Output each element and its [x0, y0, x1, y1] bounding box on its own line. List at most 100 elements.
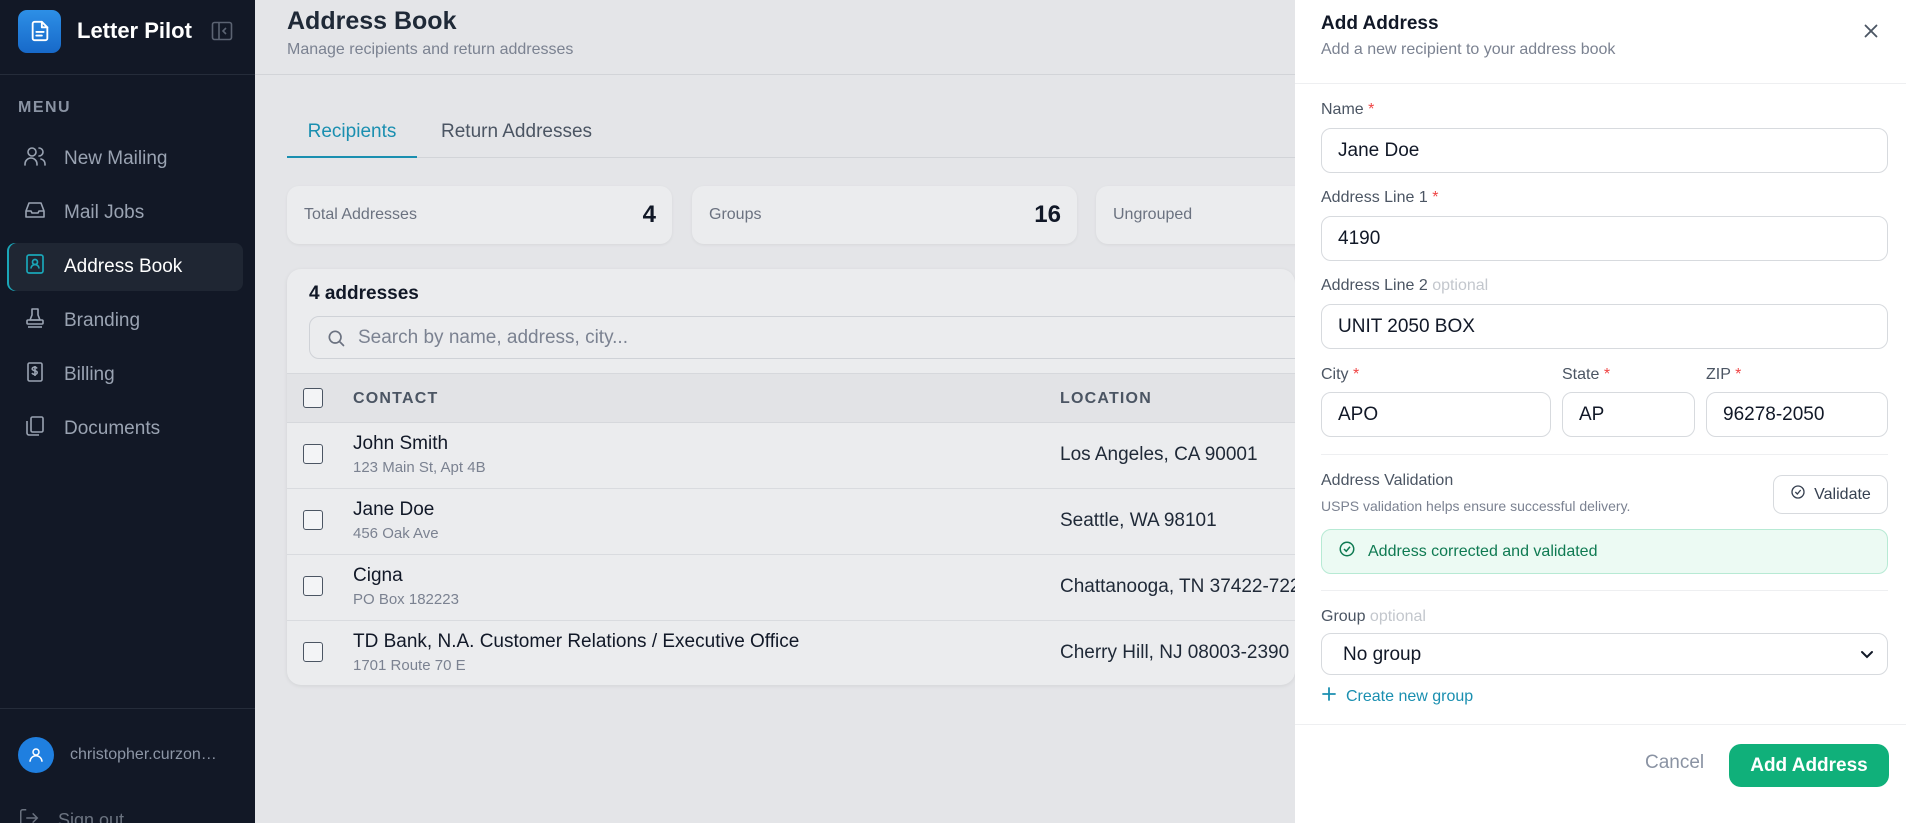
sidebar-item-new-mailing[interactable]: New Mailing [7, 135, 243, 183]
contact-name: John Smith [353, 433, 449, 454]
user-profile[interactable]: christopher.curzon… [18, 737, 217, 773]
sidebar-item-label: Billing [64, 364, 115, 385]
user-name: christopher.curzon… [70, 746, 217, 763]
close-icon[interactable] [1860, 20, 1882, 42]
stat-label: Ungrouped [1113, 206, 1193, 223]
stamp-icon [23, 306, 47, 336]
page-header: Address Book Manage recipients and retur… [255, 0, 1295, 75]
tab-recipients[interactable]: Recipients [287, 115, 417, 158]
city-field[interactable] [1321, 392, 1551, 437]
address-line-1-field[interactable] [1321, 216, 1888, 261]
sign-out-icon [18, 807, 40, 823]
sidebar-divider [0, 708, 255, 709]
table-row[interactable]: Cigna PO Box 182223 Chattanooga, TN 3742… [287, 555, 1295, 621]
label-text: Group [1321, 608, 1366, 625]
panel-divider [1295, 83, 1906, 84]
address-line-2-label: Address Line 2 optional [1321, 277, 1488, 295]
sidebar-item-label: Mail Jobs [64, 202, 145, 223]
cancel-button[interactable]: Cancel [1645, 752, 1704, 774]
group-label: Group optional [1321, 608, 1426, 626]
collapse-sidebar-icon[interactable] [211, 21, 233, 41]
sidebar-item-label: Documents [64, 418, 161, 439]
menu-heading: MENU [18, 99, 72, 116]
tab-return-addresses[interactable]: Return Addresses [441, 115, 592, 158]
page-title: Address Book [287, 7, 457, 35]
sidebar-item-address-book[interactable]: Address Book [7, 243, 243, 291]
sidebar-divider [0, 74, 255, 75]
contact-location: Los Angeles, CA 90001 [1060, 444, 1258, 465]
sidebar-item-label: New Mailing [64, 148, 168, 169]
name-field[interactable] [1321, 128, 1888, 173]
required-mark: * [1735, 366, 1742, 383]
row-checkbox[interactable] [303, 510, 323, 530]
label-text: City [1321, 366, 1349, 383]
city-label: City * [1321, 366, 1359, 384]
add-address-button[interactable]: Add Address [1729, 744, 1889, 787]
column-header-location: LOCATION [1060, 390, 1152, 407]
sidebar-item-documents[interactable]: Documents [7, 405, 243, 453]
panel-title: Add Address [1321, 13, 1439, 34]
validate-label: Validate [1814, 485, 1871, 503]
brand-name: Letter Pilot [77, 18, 192, 43]
table-row[interactable]: Jane Doe 456 Oak Ave Seattle, WA 98101 [287, 489, 1295, 555]
label-text: ZIP [1706, 366, 1731, 383]
table-row[interactable]: John Smith 123 Main St, Apt 4B Los Angel… [287, 423, 1295, 489]
create-group-link[interactable]: Create new group [1321, 686, 1473, 707]
create-group-label: Create new group [1346, 687, 1474, 705]
contact-address: 456 Oak Ave [353, 525, 439, 542]
main-content: Address Book Manage recipients and retur… [255, 0, 1481, 823]
stat-card-groups: Groups 16 [692, 186, 1077, 244]
panel-divider [1321, 454, 1888, 455]
contact-name: Jane Doe [353, 499, 435, 520]
sidebar-item-billing[interactable]: Billing [7, 351, 243, 399]
users-icon [23, 144, 47, 174]
avatar [18, 737, 54, 773]
group-select-value: No group [1343, 644, 1422, 665]
panel-divider [1295, 724, 1906, 725]
sidebar: Letter Pilot MENU New Mailing Mail Jobs … [0, 0, 255, 823]
state-field[interactable] [1562, 392, 1695, 437]
contact-address: 1701 Route 70 E [353, 657, 466, 674]
sign-out-button[interactable]: Sign out [18, 807, 124, 823]
zip-label: ZIP * [1706, 366, 1741, 384]
sidebar-item-label: Branding [64, 310, 141, 331]
stat-value: 4 [642, 201, 656, 228]
address-line-2-field[interactable] [1321, 304, 1888, 349]
group-select[interactable]: No group [1321, 633, 1888, 675]
sidebar-item-label: Address Book [64, 256, 183, 277]
stat-label: Total Addresses [304, 206, 417, 223]
select-all-checkbox[interactable] [303, 388, 323, 408]
validation-subtitle: USPS validation helps ensure successful … [1321, 498, 1631, 514]
validate-button[interactable]: Validate [1773, 475, 1888, 514]
contact-name: TD Bank, N.A. Customer Relations / Execu… [353, 631, 800, 652]
sidebar-item-mail-jobs[interactable]: Mail Jobs [7, 189, 243, 237]
documents-icon [23, 414, 47, 444]
brand[interactable]: Letter Pilot [18, 9, 192, 53]
validation-success-alert: Address corrected and validated [1321, 529, 1888, 574]
contact-location: Chattanooga, TN 37422-722 [1060, 576, 1295, 597]
table-row[interactable]: TD Bank, N.A. Customer Relations / Execu… [287, 621, 1295, 685]
validation-title: Address Validation [1321, 472, 1454, 489]
search-input[interactable] [358, 317, 1258, 358]
contact-name: Cigna [353, 565, 403, 586]
address-table: 4 addresses CONTACT LOCATION John Smith … [287, 269, 1295, 685]
sidebar-item-branding[interactable]: Branding [7, 297, 243, 345]
zip-field[interactable] [1706, 392, 1888, 437]
label-text: Address Line 2 [1321, 277, 1428, 294]
inbox-icon [23, 198, 47, 228]
contact-address: 123 Main St, Apt 4B [353, 459, 486, 476]
tabs: Recipients Return Addresses [287, 115, 1295, 158]
state-label: State * [1562, 366, 1610, 384]
name-label: Name * [1321, 101, 1374, 119]
stat-value: 16 [1034, 201, 1061, 228]
check-circle-icon [1338, 540, 1356, 563]
contact-location: Cherry Hill, NJ 08003-2390 [1060, 642, 1290, 663]
contact-book-icon [23, 252, 47, 282]
row-checkbox[interactable] [303, 576, 323, 596]
row-checkbox[interactable] [303, 444, 323, 464]
row-checkbox[interactable] [303, 642, 323, 662]
panel-subtitle: Add a new recipient to your address book [1321, 41, 1616, 58]
address-count: 4 addresses [309, 283, 419, 304]
label-text: Address Line 1 [1321, 189, 1428, 206]
add-address-panel: Add Address Add a new recipient to your … [1295, 0, 1906, 823]
